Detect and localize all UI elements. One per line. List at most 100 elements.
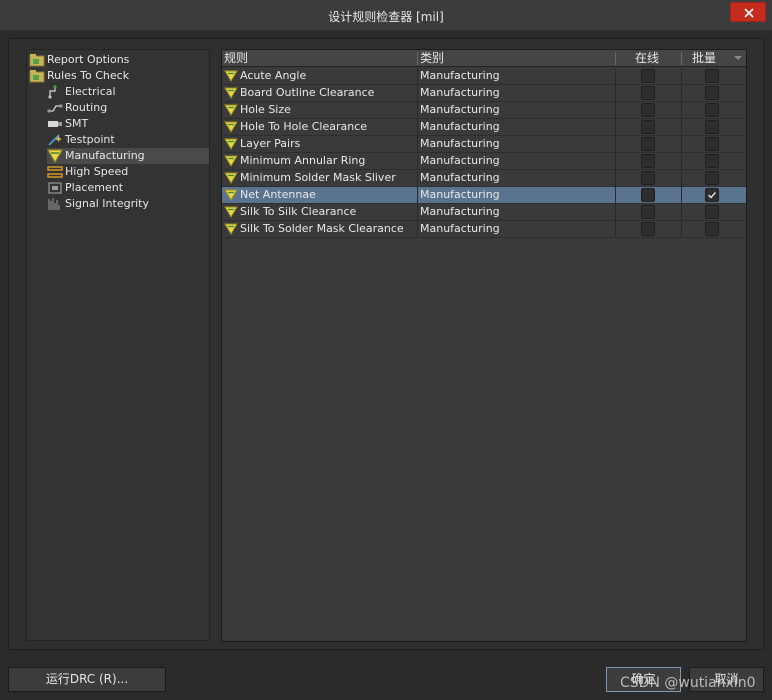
- manufacturing-rule-icon: [224, 138, 238, 150]
- column-divider: [681, 187, 682, 204]
- column-divider: [681, 119, 682, 136]
- column-divider[interactable]: [417, 52, 418, 65]
- batch-checkbox[interactable]: [705, 103, 719, 117]
- batch-checkbox[interactable]: [705, 120, 719, 134]
- rule-name: Minimum Annular Ring: [240, 154, 366, 167]
- testpoint-icon: [48, 134, 61, 146]
- batch-checkbox[interactable]: [705, 69, 719, 83]
- column-divider: [681, 136, 682, 153]
- column-header-batch[interactable]: 批量: [692, 51, 716, 66]
- dialog-body: Report Options Rules To Check Electrical: [8, 38, 764, 650]
- batch-checkbox[interactable]: [705, 86, 719, 100]
- batch-checkbox[interactable]: [705, 222, 719, 236]
- column-divider: [681, 153, 682, 170]
- column-divider: [417, 153, 418, 170]
- table-row[interactable]: Hole Size Manufacturing: [222, 102, 746, 119]
- table-row[interactable]: Layer Pairs Manufacturing: [222, 136, 746, 153]
- electrical-icon: [48, 85, 57, 99]
- rule-name: Silk To Solder Mask Clearance: [240, 222, 404, 235]
- column-divider: [681, 85, 682, 102]
- tree-item-manufacturing[interactable]: Manufacturing: [47, 148, 209, 164]
- rule-name: Hole Size: [240, 103, 291, 116]
- rule-name: Net Antennae: [240, 188, 316, 201]
- column-header-category[interactable]: 类别: [420, 51, 444, 66]
- online-checkbox[interactable]: [641, 205, 655, 219]
- sort-arrow-icon[interactable]: [734, 56, 742, 60]
- batch-checkbox[interactable]: [705, 205, 719, 219]
- run-drc-button[interactable]: 运行DRC (R)...: [8, 667, 166, 692]
- column-divider: [681, 102, 682, 119]
- table-row[interactable]: Board Outline Clearance Manufacturing: [222, 85, 746, 102]
- column-header-online[interactable]: 在线: [635, 51, 659, 66]
- column-divider: [615, 221, 616, 238]
- column-divider: [681, 204, 682, 221]
- batch-checkbox-checked[interactable]: [705, 188, 719, 202]
- tree-item-label: Report Options: [47, 53, 130, 66]
- table-row[interactable]: Hole To Hole Clearance Manufacturing: [222, 119, 746, 136]
- online-checkbox[interactable]: [641, 222, 655, 236]
- tree-item-signal-integrity[interactable]: Signal Integrity: [47, 196, 207, 212]
- column-divider: [615, 119, 616, 136]
- tree-item-rules-to-check[interactable]: Rules To Check: [29, 68, 207, 84]
- checkmark-icon: [708, 192, 717, 199]
- column-divider: [681, 221, 682, 238]
- manufacturing-rule-icon: [224, 121, 238, 133]
- rule-category: Manufacturing: [420, 86, 500, 99]
- online-checkbox[interactable]: [641, 69, 655, 83]
- online-checkbox[interactable]: [641, 120, 655, 134]
- batch-checkbox[interactable]: [705, 137, 719, 151]
- table-row[interactable]: Minimum Solder Mask Sliver Manufacturing: [222, 170, 746, 187]
- rule-category-tree: Report Options Rules To Check Electrical: [26, 49, 210, 641]
- tree-item-placement[interactable]: Placement: [47, 180, 207, 196]
- tree-item-high-speed[interactable]: High Speed: [47, 164, 207, 180]
- column-divider[interactable]: [615, 52, 616, 65]
- rule-name: Silk To Silk Clearance: [240, 205, 357, 218]
- table-row[interactable]: Acute Angle Manufacturing: [222, 68, 746, 85]
- manufacturing-rule-icon: [224, 172, 238, 184]
- tree-item-smt[interactable]: SMT: [47, 116, 207, 132]
- tree-item-report-options[interactable]: Report Options: [29, 52, 207, 68]
- tree-item-label: Placement: [65, 181, 124, 194]
- online-checkbox[interactable]: [641, 137, 655, 151]
- table-row[interactable]: Minimum Annular Ring Manufacturing: [222, 153, 746, 170]
- signal-integrity-icon: [48, 198, 60, 210]
- column-divider: [615, 68, 616, 85]
- table-row-selected[interactable]: Net Antennae Manufacturing: [222, 187, 746, 204]
- close-button[interactable]: [730, 2, 766, 22]
- column-divider: [417, 85, 418, 102]
- column-divider: [417, 204, 418, 221]
- tree-item-electrical[interactable]: Electrical: [47, 84, 207, 100]
- title-bar: 设计规则检查器 [mil]: [0, 0, 772, 30]
- online-checkbox[interactable]: [641, 86, 655, 100]
- manufacturing-rule-icon: [224, 70, 238, 82]
- online-checkbox[interactable]: [641, 171, 655, 185]
- column-divider[interactable]: [681, 52, 682, 65]
- tree-item-label: Electrical: [65, 85, 116, 98]
- button-bar: 运行DRC (R)... 确定 取消 CSDN @wutianxin0: [0, 658, 772, 700]
- column-divider: [615, 187, 616, 204]
- column-divider: [681, 170, 682, 187]
- column-header-rule[interactable]: 规则: [224, 51, 248, 66]
- batch-checkbox[interactable]: [705, 171, 719, 185]
- window-title: 设计规则检查器 [mil]: [328, 10, 444, 24]
- table-row[interactable]: Silk To Solder Mask Clearance Manufactur…: [222, 221, 746, 238]
- rule-category: Manufacturing: [420, 69, 500, 82]
- online-checkbox[interactable]: [641, 103, 655, 117]
- tree-item-label: Routing: [65, 101, 108, 114]
- folder-icon: [29, 54, 45, 67]
- online-checkbox[interactable]: [641, 154, 655, 168]
- rule-category: Manufacturing: [420, 120, 500, 133]
- table-row[interactable]: Silk To Silk Clearance Manufacturing: [222, 204, 746, 221]
- column-divider: [417, 221, 418, 238]
- manufacturing-rule-icon: [224, 155, 238, 167]
- tree-item-testpoint[interactable]: Testpoint: [47, 132, 207, 148]
- manufacturing-rule-icon: [224, 206, 238, 218]
- online-checkbox[interactable]: [641, 188, 655, 202]
- folder-icon: [29, 70, 45, 83]
- manufacturing-icon: [47, 149, 63, 163]
- manufacturing-rule-icon: [224, 223, 238, 235]
- batch-checkbox[interactable]: [705, 154, 719, 168]
- routing-icon: [47, 104, 63, 113]
- tree-item-routing[interactable]: Routing: [47, 100, 207, 116]
- column-divider: [417, 119, 418, 136]
